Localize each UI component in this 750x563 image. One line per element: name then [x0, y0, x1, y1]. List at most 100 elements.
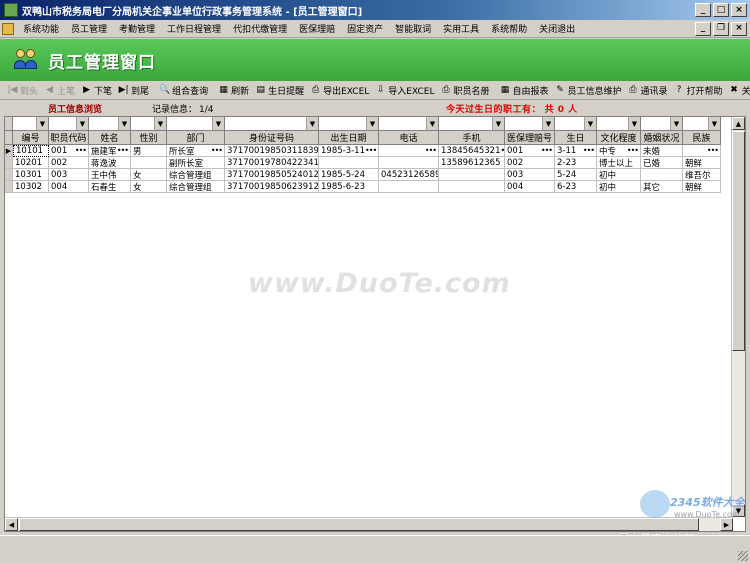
- table-row[interactable]: ▶ 10101 001 ••• 施建军 ••• 男所长室 ••• 371700198503118…: [5, 145, 721, 157]
- table-cell[interactable]: 副所长室: [167, 157, 225, 169]
- chevron-down-icon[interactable]: ▼: [306, 117, 318, 130]
- table-cell[interactable]: 朝鲜: [683, 157, 721, 169]
- column-filter-dropdown[interactable]: ▼: [13, 117, 49, 131]
- table-cell[interactable]: 所长室 •••: [167, 145, 225, 157]
- table-cell[interactable]: 未婚: [641, 145, 683, 157]
- table-cell[interactable]: 002: [49, 157, 89, 169]
- menu-schedule[interactable]: 工作日程管理: [161, 22, 227, 35]
- column-header[interactable]: 电话: [379, 131, 439, 145]
- horizontal-scroll-thumb[interactable]: [19, 518, 699, 531]
- toolbar-button-address-book[interactable]: ⎙ 通讯录: [625, 84, 671, 98]
- table-cell[interactable]: 10101: [13, 145, 49, 157]
- table-cell[interactable]: 371700197804223411 2: [225, 157, 319, 169]
- menu-medical[interactable]: 医保理赔: [293, 22, 341, 35]
- table-cell[interactable]: [131, 157, 167, 169]
- menu-system[interactable]: 系统功能: [17, 22, 65, 35]
- column-header[interactable]: 手机: [439, 131, 505, 145]
- menu-tools[interactable]: 实用工具: [437, 22, 485, 35]
- table-cell[interactable]: 004: [49, 181, 89, 193]
- chevron-down-icon[interactable]: ▼: [76, 117, 88, 130]
- table-cell[interactable]: [439, 181, 505, 193]
- toolbar-button-roster[interactable]: ⎙ 职员名册: [437, 84, 492, 98]
- table-cell[interactable]: 博士以上: [597, 157, 641, 169]
- maximize-button[interactable]: □: [713, 3, 729, 17]
- chevron-down-icon[interactable]: ▼: [118, 117, 130, 130]
- column-filter-dropdown[interactable]: ▼: [439, 117, 505, 131]
- column-header[interactable]: 性别: [131, 131, 167, 145]
- chevron-down-icon[interactable]: ▼: [426, 117, 438, 130]
- table-cell[interactable]: 初中: [597, 181, 641, 193]
- column-header[interactable]: 部门: [167, 131, 225, 145]
- toolbar-button-next[interactable]: ▶ 下笔: [78, 84, 115, 98]
- table-cell[interactable]: 初中: [597, 169, 641, 181]
- chevron-down-icon[interactable]: ▼: [212, 117, 224, 130]
- vertical-scrollbar[interactable]: ▲ ▼: [731, 117, 745, 517]
- table-cell[interactable]: 004: [505, 181, 555, 193]
- chevron-down-icon[interactable]: ▼: [36, 117, 48, 130]
- table-cell[interactable]: 男: [131, 145, 167, 157]
- chevron-down-icon[interactable]: ▼: [708, 117, 720, 130]
- ellipsis-button[interactable]: •••: [117, 146, 130, 155]
- mdi-minimize-button[interactable]: _: [695, 21, 711, 36]
- table-cell[interactable]: 2-23: [555, 157, 597, 169]
- chevron-down-icon[interactable]: ▼: [542, 117, 554, 130]
- menu-employee[interactable]: 员工管理: [65, 22, 113, 35]
- table-row[interactable]: 10301 003 王中伟 女 综合管理组 371700198505240121 1985-…: [5, 169, 721, 181]
- column-filter-dropdown[interactable]: ▼: [319, 117, 379, 131]
- column-filter-dropdown[interactable]: ▼: [597, 117, 641, 131]
- column-header[interactable]: 医保理赔号: [505, 131, 555, 145]
- menu-assets[interactable]: 固定资产: [341, 22, 389, 35]
- minimize-button[interactable]: _: [695, 3, 711, 17]
- table-cell[interactable]: 综合管理组: [167, 169, 225, 181]
- table-cell[interactable]: 13589612365: [439, 157, 505, 169]
- table-cell[interactable]: [379, 157, 439, 169]
- toolbar-button-refresh[interactable]: ▦ 刷新: [215, 84, 252, 98]
- column-filter-dropdown[interactable]: ▼: [641, 117, 683, 131]
- table-cell[interactable]: 371700198506239121: [225, 181, 319, 193]
- menu-help[interactable]: 系统帮助: [485, 22, 533, 35]
- chevron-down-icon[interactable]: ▼: [628, 117, 640, 130]
- table-cell[interactable]: 002: [505, 157, 555, 169]
- table-cell[interactable]: 10201: [13, 157, 49, 169]
- menu-withholding[interactable]: 代扣代缴管理: [227, 22, 293, 35]
- table-cell[interactable]: 003: [505, 169, 555, 181]
- table-cell[interactable]: 石春生: [89, 181, 131, 193]
- table-cell[interactable]: 10301: [13, 169, 49, 181]
- column-filter-dropdown[interactable]: ▼: [225, 117, 319, 131]
- table-cell[interactable]: [641, 169, 683, 181]
- table-cell[interactable]: 1985-6-23: [319, 181, 379, 193]
- table-cell[interactable]: 维吾尔: [683, 169, 721, 181]
- column-header[interactable]: 文化程度: [597, 131, 641, 145]
- table-cell[interactable]: 04523126589: [379, 169, 439, 181]
- scroll-left-icon[interactable]: ◀: [5, 518, 18, 531]
- scroll-up-icon[interactable]: ▲: [732, 117, 745, 130]
- toolbar-button-last[interactable]: ▶| 到尾: [115, 84, 152, 98]
- table-cell[interactable]: 6-23: [555, 181, 597, 193]
- table-cell[interactable]: [379, 181, 439, 193]
- column-header[interactable]: 编号: [13, 131, 49, 145]
- column-header[interactable]: 生日: [555, 131, 597, 145]
- table-cell[interactable]: 综合管理组: [167, 181, 225, 193]
- table-cell[interactable]: 蒋逸波: [89, 157, 131, 169]
- toolbar-button-first[interactable]: |◀ 到头: [4, 84, 41, 98]
- column-filter-dropdown[interactable]: ▼: [555, 117, 597, 131]
- column-filter-dropdown[interactable]: ▼: [379, 117, 439, 131]
- table-cell[interactable]: 女: [131, 181, 167, 193]
- column-header[interactable]: 姓名: [89, 131, 131, 145]
- column-filter-dropdown[interactable]: ▼: [683, 117, 721, 131]
- table-cell[interactable]: 施建军 •••: [89, 145, 131, 157]
- menu-exit[interactable]: 关闭退出: [533, 22, 581, 35]
- chevron-down-icon[interactable]: ▼: [670, 117, 682, 130]
- table-cell[interactable]: 001 •••: [505, 145, 555, 157]
- table-cell[interactable]: 其它: [641, 181, 683, 193]
- toolbar-button-close[interactable]: ✖关闭: [726, 84, 750, 98]
- resize-grip-icon[interactable]: [738, 551, 748, 561]
- table-cell[interactable]: 中专 •••: [597, 145, 641, 157]
- table-cell[interactable]: 王中伟: [89, 169, 131, 181]
- ellipsis-button[interactable]: •••: [707, 146, 720, 155]
- toolbar-button-search[interactable]: 🔍 组合查询: [156, 84, 211, 98]
- table-cell[interactable]: 001 •••: [49, 145, 89, 157]
- chevron-down-icon[interactable]: ▼: [584, 117, 596, 130]
- chevron-down-icon[interactable]: ▼: [492, 117, 504, 130]
- toolbar-button-import-excel[interactable]: ⇩ 导入EXCEL: [372, 84, 437, 98]
